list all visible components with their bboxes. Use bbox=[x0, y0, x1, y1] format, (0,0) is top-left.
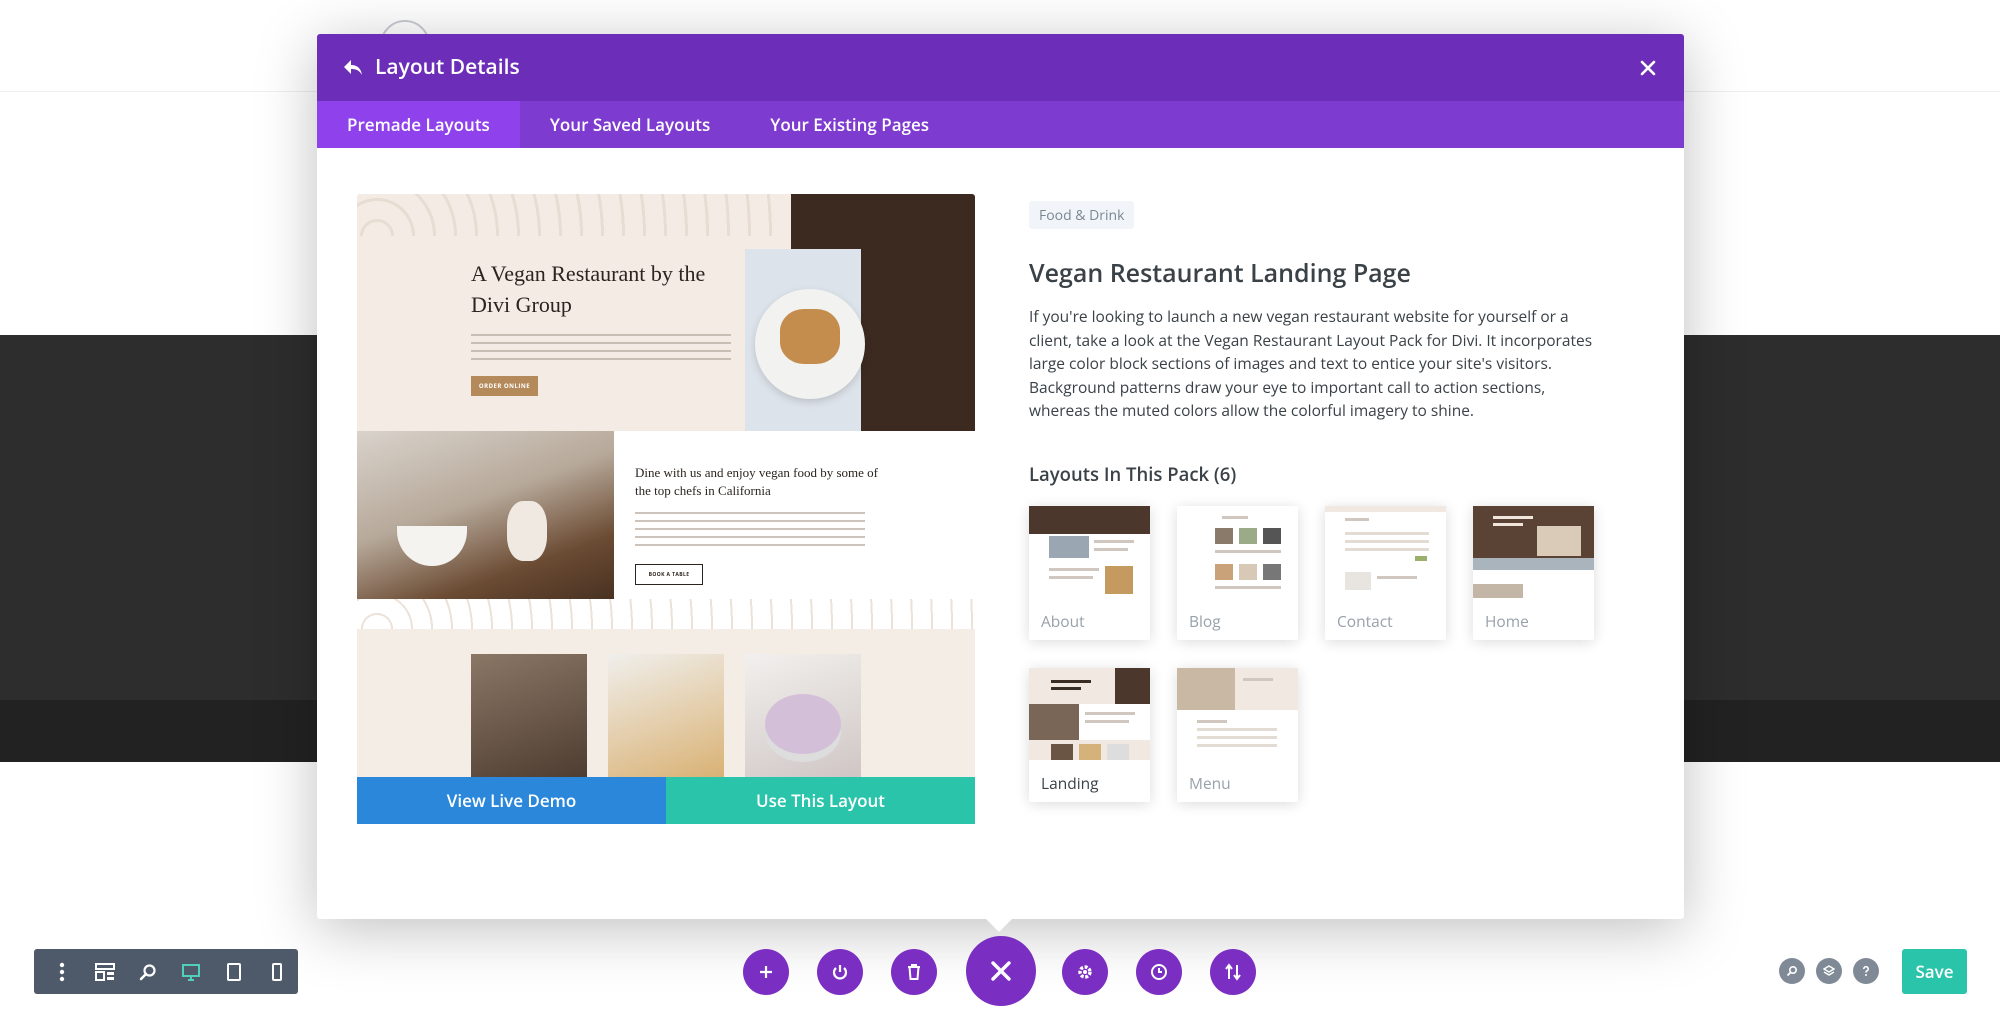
preview-table-photo bbox=[357, 431, 614, 619]
layout-name: Vegan Restaurant Landing Page bbox=[1029, 256, 1411, 290]
sort-arrows-icon bbox=[1225, 963, 1241, 981]
modal-header: Layout Details bbox=[317, 34, 1684, 101]
preview-headline: A Vegan Restaurant by the Divi Group bbox=[471, 261, 706, 317]
thumbnail bbox=[1029, 668, 1150, 760]
preview-pattern bbox=[357, 194, 787, 236]
thumbnail bbox=[1177, 506, 1298, 598]
tab-existing-pages[interactable]: Your Existing Pages bbox=[740, 101, 959, 148]
layout-thumb-menu[interactable]: Menu bbox=[1177, 668, 1298, 802]
close-icon[interactable] bbox=[1632, 52, 1664, 84]
zoom-icon[interactable] bbox=[126, 949, 169, 994]
thumbnail bbox=[1473, 506, 1594, 598]
preview-section-text bbox=[635, 512, 865, 548]
layout-thumb-label: About bbox=[1041, 610, 1085, 632]
add-module-button[interactable] bbox=[743, 949, 789, 995]
preview-body-text bbox=[471, 334, 731, 364]
tablet-view-icon[interactable] bbox=[212, 949, 255, 994]
layout-details-modal: Layout Details Premade Layouts Your Save… bbox=[317, 34, 1684, 919]
modal-pointer bbox=[985, 918, 1013, 932]
layers-icon[interactable] bbox=[1816, 958, 1842, 984]
preview-actions: View Live Demo Use This Layout bbox=[357, 777, 975, 824]
back-arrow-icon[interactable] bbox=[337, 52, 369, 84]
trash-icon bbox=[908, 964, 920, 980]
preview-book-button: BOOK A TABLE bbox=[635, 564, 703, 585]
thumbnail bbox=[1177, 668, 1298, 760]
more-options-icon[interactable] bbox=[40, 949, 83, 994]
layout-thumb-label: Blog bbox=[1189, 610, 1221, 632]
view-live-demo-button[interactable]: View Live Demo bbox=[357, 777, 666, 824]
preview-order-button: ORDER ONLINE bbox=[471, 376, 538, 396]
phone-view-icon[interactable] bbox=[255, 949, 298, 994]
clear-layout-button[interactable] bbox=[891, 949, 937, 995]
tab-saved-layouts[interactable]: Your Saved Layouts bbox=[520, 101, 740, 148]
preview-section-heading: Dine with us and enjoy vegan food by som… bbox=[635, 465, 878, 498]
sort-sections-button[interactable] bbox=[1210, 949, 1256, 995]
layout-thumb-label: Contact bbox=[1337, 610, 1393, 632]
plus-icon bbox=[760, 966, 772, 978]
close-icon bbox=[991, 961, 1011, 981]
help-icon[interactable] bbox=[1853, 958, 1879, 984]
layout-thumb-about[interactable]: About bbox=[1029, 506, 1150, 640]
close-builder-button[interactable] bbox=[966, 936, 1036, 1006]
layout-thumb-label: Menu bbox=[1189, 772, 1231, 794]
modal-title: Layout Details bbox=[375, 53, 520, 81]
layout-thumb-contact[interactable]: Contact bbox=[1325, 506, 1446, 640]
layout-preview-image: A Vegan Restaurant by the Divi Group ORD… bbox=[357, 194, 975, 824]
thumbnail bbox=[1325, 506, 1446, 598]
use-this-layout-button[interactable]: Use This Layout bbox=[666, 777, 975, 824]
history-button[interactable] bbox=[1136, 949, 1182, 995]
wireframe-view-icon[interactable] bbox=[83, 949, 126, 994]
preview-gallery-image bbox=[608, 654, 724, 779]
preview-gallery-image bbox=[745, 654, 861, 779]
layout-thumb-blog[interactable]: Blog bbox=[1177, 506, 1298, 640]
pack-title: Layouts In This Pack (6) bbox=[1029, 462, 1237, 487]
layout-thumb-landing[interactable]: Landing bbox=[1029, 668, 1150, 802]
category-badge[interactable]: Food & Drink bbox=[1029, 201, 1135, 229]
view-mode-toolbar bbox=[34, 949, 298, 994]
preview-food-photo bbox=[745, 249, 865, 431]
layout-thumb-label: Home bbox=[1485, 610, 1529, 632]
search-icon[interactable] bbox=[1779, 958, 1805, 984]
tab-premade-layouts[interactable]: Premade Layouts bbox=[317, 101, 520, 148]
clock-icon bbox=[1151, 964, 1167, 980]
layout-tabs: Premade Layouts Your Saved Layouts Your … bbox=[317, 101, 1684, 148]
save-button[interactable]: Save bbox=[1902, 949, 1967, 994]
page-settings-button[interactable] bbox=[1062, 949, 1108, 995]
layout-thumb-home[interactable]: Home bbox=[1473, 506, 1594, 640]
gear-icon bbox=[1078, 965, 1092, 979]
layout-thumb-label: Landing bbox=[1041, 772, 1099, 794]
desktop-view-icon[interactable] bbox=[169, 949, 212, 994]
preview-gallery-image bbox=[471, 654, 587, 779]
portability-button[interactable] bbox=[817, 949, 863, 995]
power-icon bbox=[832, 965, 848, 980]
preview-pattern-2 bbox=[357, 599, 975, 629]
thumbnail bbox=[1029, 506, 1150, 598]
layout-description: If you're looking to launch a new vegan … bbox=[1029, 305, 1593, 421]
